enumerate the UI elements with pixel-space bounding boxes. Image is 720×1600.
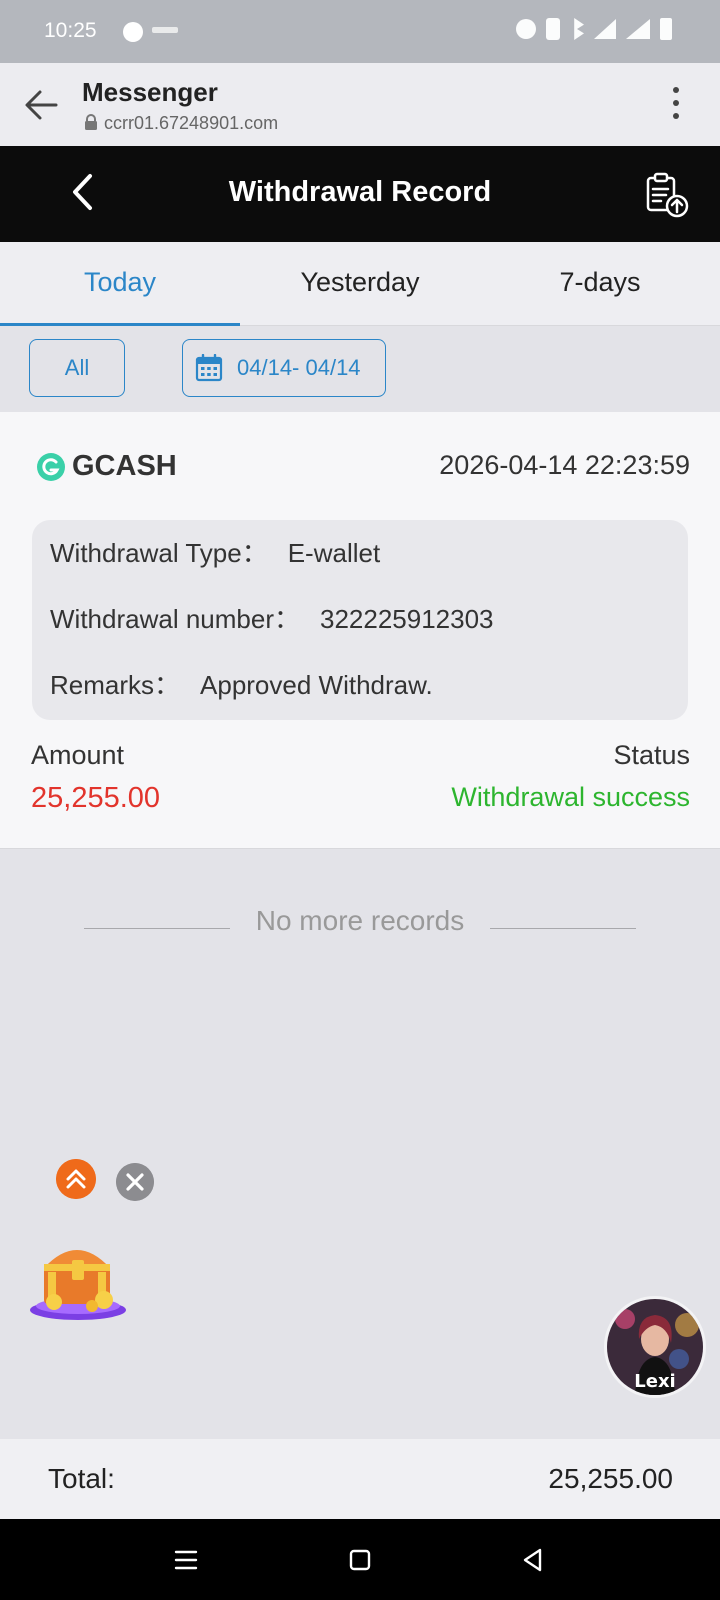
withdrawal-number-label: Withdrawal number： bbox=[50, 604, 300, 634]
divider-right bbox=[490, 928, 636, 929]
total-label: Total: bbox=[48, 1463, 115, 1494]
avatar[interactable]: Lexi bbox=[604, 1296, 706, 1398]
no-more-records: No more records bbox=[0, 905, 720, 937]
withdrawal-number-value: 322225912303 bbox=[319, 604, 494, 634]
close-icon[interactable] bbox=[116, 1163, 154, 1201]
avatar-name: Lexi bbox=[634, 1371, 675, 1392]
total-bar: Total: 25,255.00 bbox=[0, 1439, 720, 1519]
system-nav-bar bbox=[0, 1519, 720, 1600]
clipboard-upload-icon[interactable] bbox=[644, 172, 690, 218]
status-label: Status bbox=[613, 740, 690, 770]
status-value: Withdrawal success bbox=[451, 782, 690, 812]
signal-icon bbox=[626, 19, 650, 39]
messenger-icon bbox=[123, 22, 143, 42]
page-title: Withdrawal Record bbox=[228, 176, 492, 208]
date-tabs: Today Yesterday 7-days bbox=[0, 242, 720, 326]
browser-title: Messenger bbox=[82, 77, 218, 107]
remarks-label: Remarks： bbox=[50, 670, 181, 700]
lock-icon bbox=[85, 114, 97, 130]
status-time: 10:25 bbox=[44, 19, 97, 42]
recent-apps-icon[interactable] bbox=[171, 1545, 201, 1575]
browser-url: ccrr01.67248901.com bbox=[104, 113, 279, 133]
date-range-button[interactable]: 04/14- 04/14 bbox=[182, 339, 386, 397]
total-value: 25,255.00 bbox=[548, 1463, 673, 1494]
withdrawal-type-label: Withdrawal Type： bbox=[50, 538, 268, 568]
browser-bar: Messenger ccrr01.67248901.com bbox=[0, 63, 720, 146]
status-bar: 10:25 bbox=[0, 0, 720, 63]
back-arrow-icon[interactable] bbox=[22, 85, 62, 125]
more-options-icon[interactable] bbox=[672, 87, 680, 121]
status-icons bbox=[516, 18, 672, 40]
home-icon[interactable] bbox=[345, 1545, 375, 1575]
app-header: Withdrawal Record bbox=[0, 146, 720, 242]
amount-value: 25,255.00 bbox=[31, 782, 161, 814]
withdrawal-type-row: Withdrawal Type： E-wallet bbox=[50, 532, 670, 598]
calendar-icon bbox=[195, 354, 223, 382]
provider: GCASH bbox=[36, 450, 177, 483]
filter-bar: All 04/14- 04/14 bbox=[0, 326, 720, 412]
remarks-row: Remarks： Approved Withdraw. bbox=[50, 664, 670, 730]
signal-icon bbox=[594, 19, 616, 39]
remarks-value: Approved Withdraw. bbox=[200, 670, 433, 700]
no-more-text: No more records bbox=[255, 905, 465, 936]
record-datetime: 2026-04-14 22:23:59 bbox=[439, 450, 690, 480]
double-chevron-up-icon[interactable] bbox=[56, 1159, 96, 1199]
amount-label: Amount bbox=[31, 740, 125, 770]
battery-icon bbox=[660, 18, 672, 40]
notification-text bbox=[152, 27, 178, 33]
record-details: Withdrawal Type： E-wallet Withdrawal numb… bbox=[32, 520, 688, 720]
alarm-icon bbox=[516, 19, 536, 39]
withdrawal-type-value: E-wallet bbox=[287, 538, 381, 568]
tab-7-days[interactable]: 7-days bbox=[480, 242, 720, 325]
back-triangle-icon[interactable] bbox=[518, 1545, 548, 1575]
tab-today[interactable]: Today bbox=[0, 242, 240, 326]
withdrawal-number-row: Withdrawal number： 322225912303 bbox=[50, 598, 670, 664]
divider-left bbox=[84, 928, 230, 929]
date-range-label: 04/14- 04/14 bbox=[237, 355, 361, 380]
withdrawal-record-card: GCASH 2026-04-14 22:23:59 Withdrawal Typ… bbox=[0, 412, 720, 849]
avatar-image: Lexi bbox=[607, 1299, 703, 1395]
filter-all-button[interactable]: All bbox=[29, 339, 125, 397]
provider-name: GCASH bbox=[72, 450, 177, 482]
bluetooth-icon bbox=[574, 18, 584, 40]
gcash-logo-icon bbox=[37, 452, 65, 481]
tab-yesterday[interactable]: Yesterday bbox=[240, 242, 480, 325]
vibrate-icon bbox=[546, 18, 560, 40]
treasure-chest-icon[interactable] bbox=[28, 1228, 128, 1324]
